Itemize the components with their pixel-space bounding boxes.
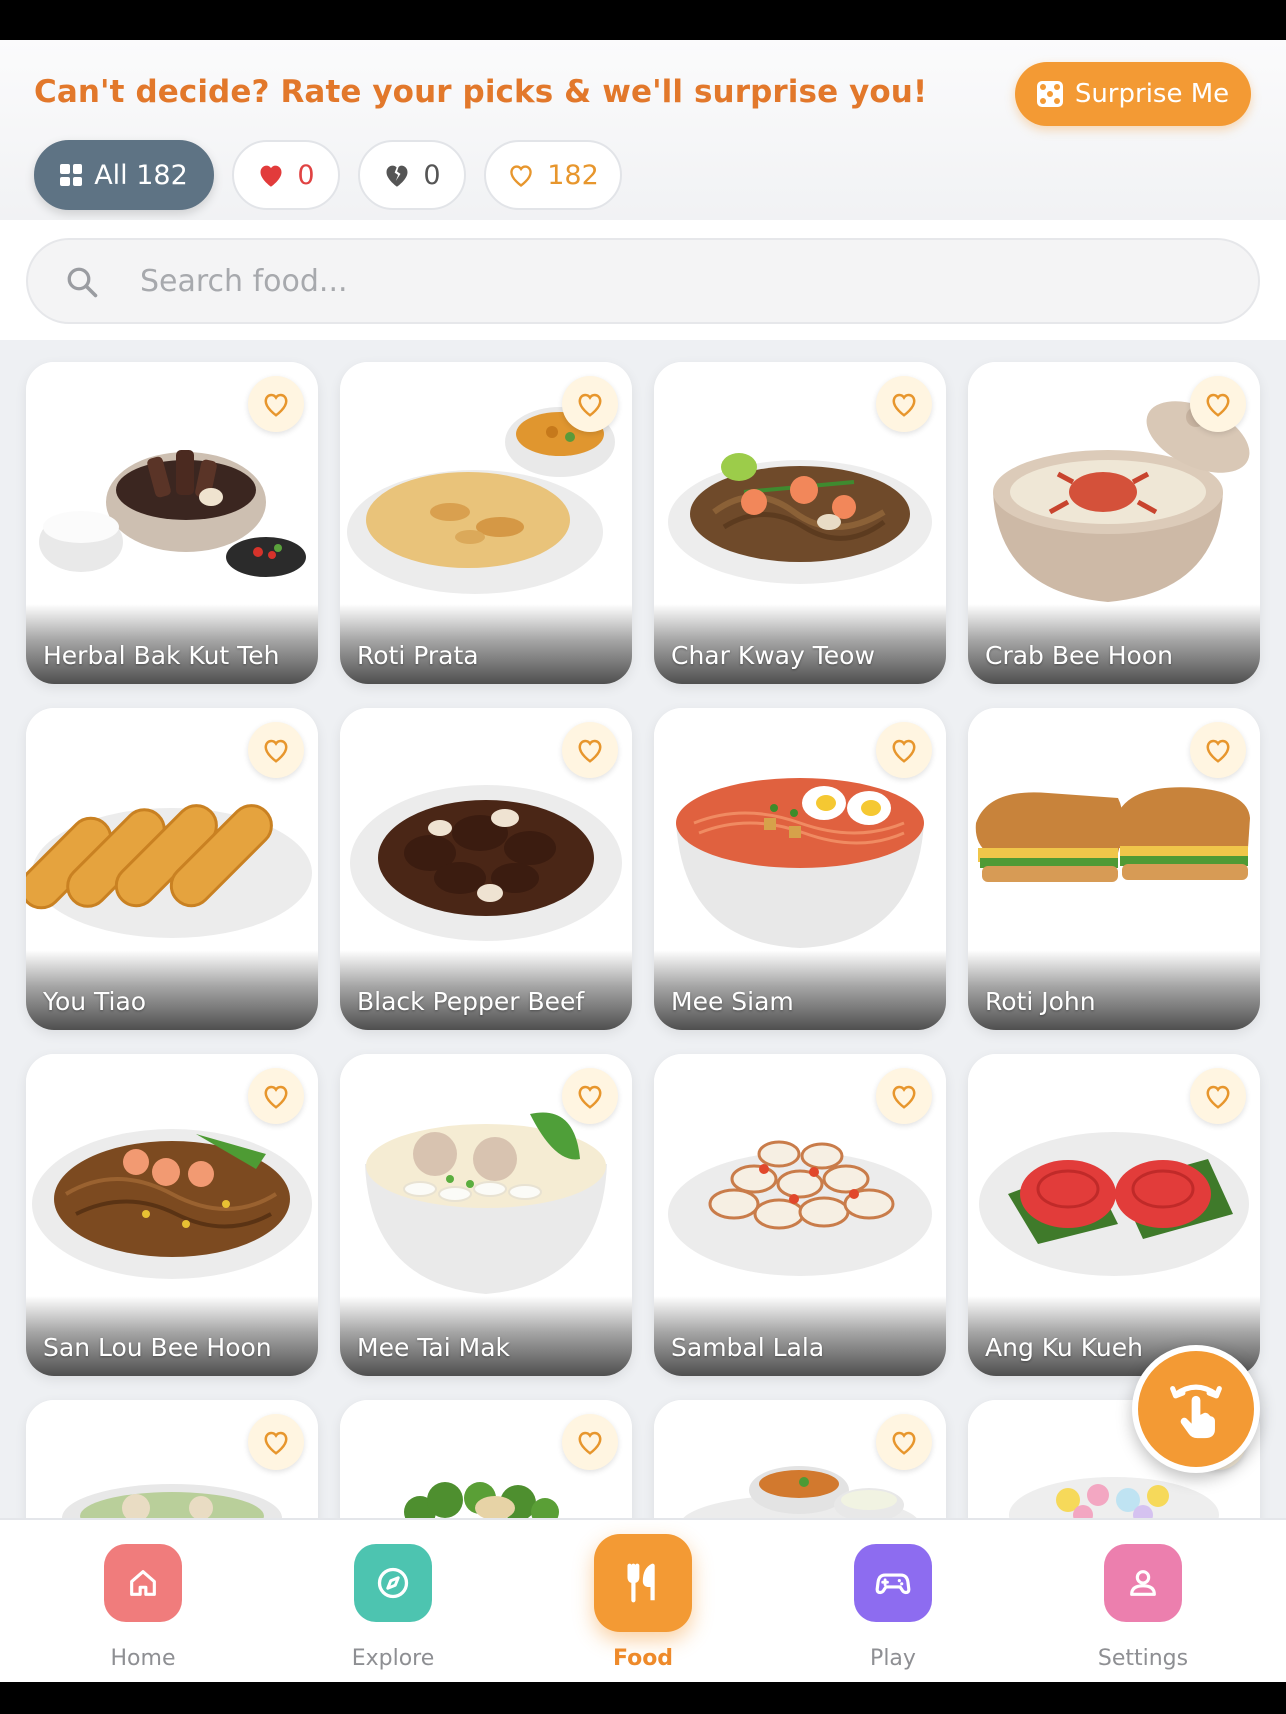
nav-play[interactable]: Play (813, 1520, 973, 1682)
grid-icon (60, 164, 83, 186)
food-name: Ang Ku Kueh (985, 1333, 1143, 1362)
filter-disliked[interactable]: 0 (358, 140, 466, 210)
surprise-me-button[interactable]: Surprise Me (1015, 62, 1251, 126)
filter-liked[interactable]: 182 (484, 140, 622, 210)
heart-outline-icon (892, 1085, 916, 1109)
heart-outline-icon (578, 739, 602, 763)
filter-chips: All 182 0 0 182 (34, 140, 622, 210)
heart-outline-icon (578, 393, 602, 417)
heart-outline-icon (892, 393, 916, 417)
heart-outline-icon (1206, 393, 1230, 417)
favorite-button[interactable] (876, 1068, 932, 1124)
food-name: Herbal Bak Kut Teh (43, 641, 280, 670)
search-input[interactable] (140, 240, 1220, 322)
heart-outline-icon (578, 1431, 602, 1455)
favorite-button[interactable] (1190, 722, 1246, 778)
nav-food[interactable]: Food (563, 1520, 723, 1682)
food-card[interactable]: Ang Ku Kueh (968, 1054, 1260, 1376)
favorite-button[interactable] (876, 1414, 932, 1470)
search-bar[interactable] (26, 238, 1260, 324)
heart-outline-icon (264, 1085, 288, 1109)
utensils-icon (594, 1534, 692, 1632)
favorite-button[interactable] (876, 722, 932, 778)
filter-disliked-count: 0 (423, 159, 441, 191)
heart-outline-icon (1206, 739, 1230, 763)
favorite-button[interactable] (248, 722, 304, 778)
food-name: Char Kway Teow (671, 641, 875, 670)
favorite-button[interactable] (562, 722, 618, 778)
search-area (0, 220, 1286, 340)
heart-outline-icon (1206, 1085, 1230, 1109)
app-screen: Can't decide? Rate your picks & we'll su… (0, 40, 1286, 1682)
dice-icon (1036, 81, 1063, 107)
gamepad-icon (854, 1544, 932, 1622)
user-icon (1104, 1544, 1182, 1622)
filter-all[interactable]: All 182 (34, 140, 214, 210)
nav-explore-label: Explore (351, 1646, 435, 1671)
home-indicator-area (0, 1682, 1286, 1714)
food-card[interactable]: San Lou Bee Hoon (26, 1054, 318, 1376)
favorite-button[interactable] (876, 376, 932, 432)
nav-explore[interactable]: Explore (313, 1520, 473, 1682)
food-card[interactable]: Roti Prata (340, 362, 632, 684)
heart-outline-icon (892, 739, 916, 763)
food-grid: Herbal Bak Kut Teh Roti Prata Char Kway … (26, 362, 1260, 1682)
filter-loved-count: 0 (297, 159, 315, 191)
heart-outline-icon (892, 1431, 916, 1455)
swipe-hand-icon (1170, 1384, 1222, 1439)
food-card[interactable]: Black Pepper Beef (340, 708, 632, 1030)
heart-outline-icon (264, 393, 288, 417)
swipe-mode-button[interactable] (1132, 1345, 1260, 1473)
food-card[interactable]: Roti John (968, 708, 1260, 1030)
food-card[interactable]: Mee Siam (654, 708, 946, 1030)
favorite-button[interactable] (562, 1068, 618, 1124)
food-card[interactable]: Mee Tai Mak (340, 1054, 632, 1376)
food-name: Sambal Lala (671, 1333, 825, 1362)
heart-outline-icon (578, 1085, 602, 1109)
heart-outline-icon (264, 1431, 288, 1455)
filter-all-label: All 182 (94, 159, 188, 191)
nav-play-label: Play (870, 1646, 916, 1671)
surprise-me-label: Surprise Me (1074, 79, 1230, 109)
nav-settings-label: Settings (1097, 1646, 1189, 1671)
nav-home-label: Home (110, 1646, 176, 1671)
food-name: Mee Tai Mak (357, 1333, 510, 1362)
heart-filled-icon (260, 165, 282, 187)
nav-food-label: Food (612, 1646, 674, 1671)
compass-icon (354, 1544, 432, 1622)
food-card[interactable]: Crab Bee Hoon (968, 362, 1260, 684)
food-name: Black Pepper Beef (357, 987, 585, 1016)
filter-loved[interactable]: 0 (232, 140, 340, 210)
favorite-button[interactable] (1190, 376, 1246, 432)
food-name: You Tiao (43, 987, 147, 1016)
favorite-button[interactable] (1190, 1068, 1246, 1124)
food-name: San Lou Bee Hoon (43, 1333, 272, 1362)
nav-settings[interactable]: Settings (1063, 1520, 1223, 1682)
food-name: Roti John (985, 987, 1096, 1016)
food-name: Roti Prata (357, 641, 479, 670)
favorite-button[interactable] (248, 1068, 304, 1124)
broken-heart-icon (386, 165, 408, 187)
favorite-button[interactable] (562, 1414, 618, 1470)
home-icon (104, 1544, 182, 1622)
food-name: Crab Bee Hoon (985, 641, 1173, 670)
tagline: Can't decide? Rate your picks & we'll su… (34, 74, 928, 110)
filter-liked-count: 182 (547, 159, 599, 191)
header: Can't decide? Rate your picks & we'll su… (0, 40, 1286, 220)
food-card[interactable]: Char Kway Teow (654, 362, 946, 684)
favorite-button[interactable] (562, 376, 618, 432)
nav-home[interactable]: Home (63, 1520, 223, 1682)
heart-outline-icon (510, 165, 532, 187)
food-name: Mee Siam (671, 987, 794, 1016)
heart-outline-icon (264, 739, 288, 763)
food-card[interactable]: Sambal Lala (654, 1054, 946, 1376)
bottom-nav: Home Explore Food Play Settings (0, 1518, 1286, 1682)
food-card[interactable]: You Tiao (26, 708, 318, 1030)
search-icon (67, 267, 98, 298)
food-card[interactable]: Herbal Bak Kut Teh (26, 362, 318, 684)
favorite-button[interactable] (248, 1414, 304, 1470)
favorite-button[interactable] (248, 376, 304, 432)
status-bar (0, 0, 1286, 40)
